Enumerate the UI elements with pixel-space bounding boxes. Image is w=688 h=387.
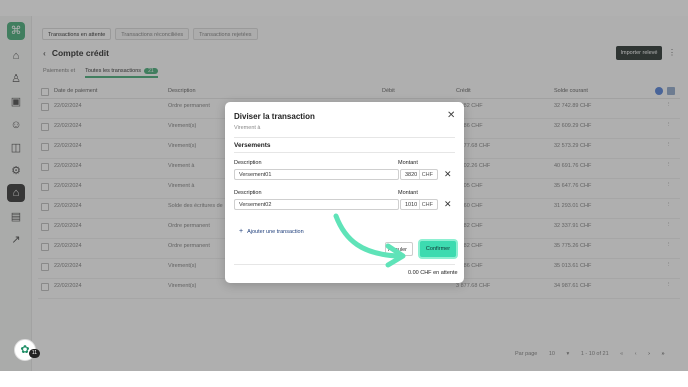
remove-line-icon[interactable]: ✕ bbox=[444, 170, 452, 179]
divider bbox=[234, 152, 455, 153]
amount-value: 1010 bbox=[405, 202, 418, 208]
description-label: Description bbox=[234, 190, 262, 196]
divider bbox=[234, 137, 455, 138]
divider bbox=[419, 170, 420, 179]
plus-icon: + bbox=[239, 228, 244, 235]
pending-amount: 0.00 CHF en attente bbox=[408, 270, 458, 276]
cancel-button[interactable]: Annuler bbox=[385, 242, 413, 256]
description-field[interactable]: Versement01 bbox=[234, 169, 399, 180]
add-transaction-button[interactable]: + Ajouter une transaction bbox=[239, 228, 304, 235]
currency-label: CHF bbox=[421, 202, 433, 208]
add-transaction-label: Ajouter une transaction bbox=[247, 229, 304, 235]
divider bbox=[419, 200, 420, 209]
divider bbox=[234, 264, 455, 265]
amount-value: 3820 bbox=[405, 172, 418, 178]
description-field[interactable]: Versement02 bbox=[234, 199, 399, 210]
bottom-blank-bar bbox=[0, 371, 688, 387]
amount-field[interactable]: 3820 CHF bbox=[400, 169, 438, 180]
remove-line-icon[interactable]: ✕ bbox=[444, 200, 452, 209]
split-transaction-dialog: Diviser la transaction Virement à ✕ Vers… bbox=[225, 102, 464, 283]
amount-label: Montant bbox=[398, 160, 418, 166]
notification-badge: 11 bbox=[29, 349, 40, 358]
dialog-subtitle: Virement à bbox=[234, 125, 261, 131]
section-title: Versements bbox=[234, 142, 271, 149]
amount-label: Montant bbox=[398, 190, 418, 196]
amount-field[interactable]: 1010 CHF bbox=[400, 199, 438, 210]
currency-label: CHF bbox=[421, 172, 433, 178]
close-icon[interactable]: ✕ bbox=[447, 111, 455, 121]
description-label: Description bbox=[234, 160, 262, 166]
confirm-button[interactable]: Confirmer bbox=[420, 241, 456, 257]
dialog-title: Diviser la transaction bbox=[234, 112, 315, 121]
